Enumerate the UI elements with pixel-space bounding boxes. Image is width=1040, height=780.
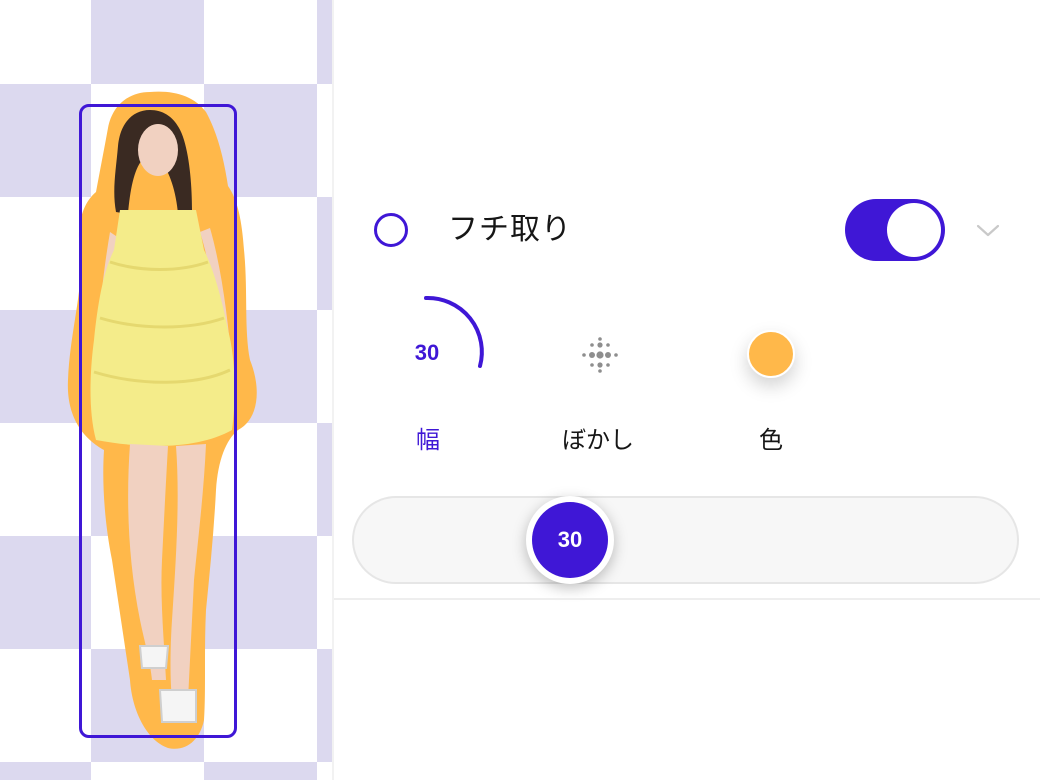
- width-dial-value: 30: [414, 340, 440, 365]
- panel-divider: [334, 598, 1040, 600]
- width-slider-thumb[interactable]: 30: [526, 496, 614, 584]
- blur-dots-icon[interactable]: [578, 333, 622, 377]
- width-slider-track[interactable]: [352, 496, 1019, 584]
- feature-title: フチ取り: [448, 212, 572, 247]
- chevron-down-icon[interactable]: [974, 218, 1002, 242]
- selection-frame[interactable]: [79, 104, 237, 738]
- arc-dial-icon[interactable]: [398, 292, 494, 382]
- slider-value: 30: [532, 502, 608, 578]
- option-label-width[interactable]: 幅: [398, 422, 458, 458]
- stroke-settings-panel: [334, 0, 1040, 780]
- toggle-knob: [887, 203, 941, 257]
- stroke-toggle[interactable]: [845, 199, 945, 261]
- radio-circle-icon[interactable]: [374, 213, 408, 247]
- color-swatch-icon[interactable]: [747, 330, 795, 378]
- option-label-blur[interactable]: ぼかし: [548, 422, 648, 458]
- option-label-color[interactable]: 色: [741, 422, 801, 458]
- image-canvas[interactable]: [0, 0, 332, 780]
